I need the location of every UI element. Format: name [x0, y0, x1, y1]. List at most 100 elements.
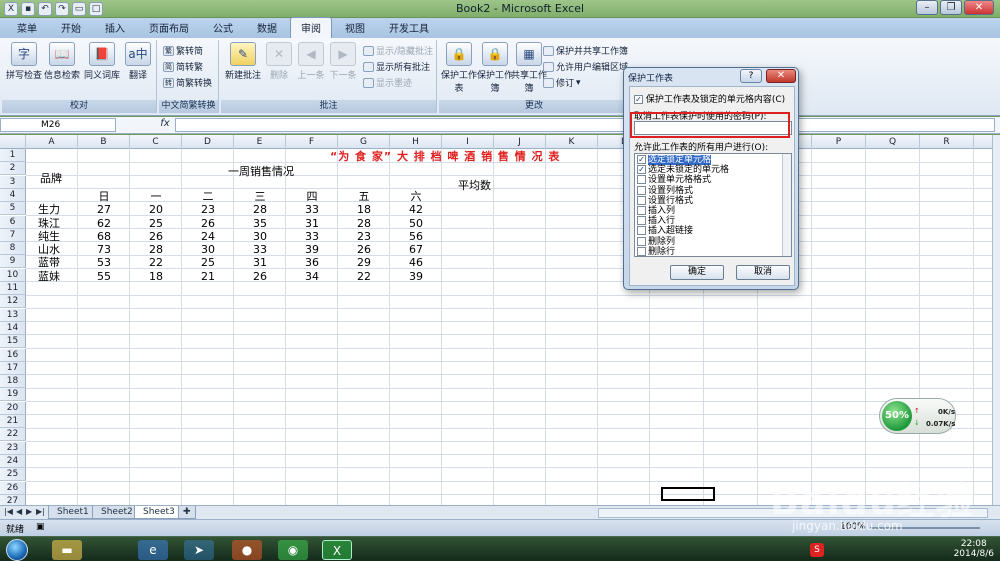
permissions-scrollbar[interactable] — [782, 154, 791, 256]
row-header-4[interactable]: 4 — [0, 188, 26, 202]
formula-input[interactable] — [175, 118, 995, 132]
ribbon-tab-1[interactable]: 开始 — [50, 17, 92, 38]
row-header-15[interactable]: 15 — [0, 335, 26, 349]
permission-item[interactable]: 插入列 — [637, 206, 675, 216]
simp-to-trad-button[interactable]: 简简转繁 — [163, 60, 203, 73]
close-button[interactable]: ✕ — [964, 0, 994, 15]
track-changes-button[interactable]: 修订 ▾ — [543, 76, 581, 89]
permission-item[interactable]: ✓ 选定锁定单元格 — [637, 155, 712, 165]
ribbon-tab-3[interactable]: 页面布局 — [138, 17, 200, 38]
brand-header[interactable]: 品牌 — [40, 172, 62, 185]
day-header[interactable]: 一 — [130, 190, 182, 203]
checkbox-unchecked-icon[interactable] — [637, 236, 646, 246]
spell-check-button[interactable]: 字拼写检查 — [4, 42, 44, 81]
redo-icon[interactable]: ↷ — [55, 2, 69, 16]
row-header-10[interactable]: 10 — [0, 268, 26, 282]
row-header-26[interactable]: 26 — [0, 481, 26, 495]
value-cell[interactable]: 27 — [78, 203, 130, 216]
row-header-1[interactable]: 1 — [0, 149, 26, 162]
ribbon-tab-7[interactable]: 视图 — [334, 17, 376, 38]
brand-cell[interactable]: 纯生 — [38, 230, 60, 243]
ie-icon[interactable]: e — [138, 540, 168, 560]
ribbon-tab-4[interactable]: 公式 — [202, 17, 244, 38]
value-cell[interactable]: 25 — [130, 217, 182, 230]
ribbon-tab-6[interactable]: 审阅 — [290, 17, 332, 38]
first-sheet-arrow-icon[interactable]: |◀ — [4, 507, 13, 516]
minimize-button[interactable]: – — [916, 0, 938, 15]
next-sheet-arrow-icon[interactable]: ▶ — [26, 507, 32, 516]
value-cell[interactable]: 42 — [390, 203, 442, 216]
brand-cell[interactable]: 蓝妹 — [38, 270, 60, 283]
permission-item[interactable]: 设置行格式 — [637, 195, 693, 206]
research-button[interactable]: 📖 信息检索 — [42, 42, 82, 81]
column-header-q[interactable]: Q — [866, 135, 920, 149]
value-cell[interactable]: 46 — [390, 256, 442, 269]
protect-share-button[interactable]: 保护并共享工作簿 — [543, 44, 628, 57]
undo-icon[interactable]: ↶ — [38, 2, 52, 16]
row-header-3[interactable]: 3 — [0, 175, 26, 189]
row-header-16[interactable]: 16 — [0, 348, 26, 362]
ribbon-tab-5[interactable]: 数据 — [246, 17, 288, 38]
column-header-i[interactable]: I — [442, 135, 494, 149]
value-cell[interactable]: 34 — [286, 270, 338, 283]
row-header-20[interactable]: 20 — [0, 401, 26, 415]
row-header-19[interactable]: 19 — [0, 388, 26, 402]
brand-cell[interactable]: 蓝带 — [38, 256, 60, 269]
clock[interactable]: 22:08 2014/8/6 — [954, 539, 994, 559]
sogou-icon[interactable]: S — [810, 543, 824, 557]
value-cell[interactable]: 22 — [338, 270, 390, 283]
row-header-2[interactable]: 2 — [0, 162, 26, 176]
network-speed-widget[interactable]: 50% ↑ 0K/s ↓ 0.07K/s — [879, 398, 956, 434]
new-icon[interactable]: □ — [89, 2, 103, 16]
ribbon-tab-0[interactable]: 菜单 — [6, 17, 48, 38]
folder-icon[interactable]: ▬ — [52, 540, 82, 560]
translate-button[interactable]: a中 翻译 — [118, 42, 158, 81]
checkbox-checked-icon[interactable]: ✓ — [637, 155, 646, 164]
save-icon[interactable]: ▪ — [21, 2, 35, 16]
macro-record-icon[interactable]: ▣ — [36, 522, 45, 532]
row-header-6[interactable]: 6 — [0, 215, 26, 229]
permission-item[interactable]: 设置单元格格式 — [637, 175, 711, 185]
row-header-7[interactable]: 7 — [0, 228, 26, 242]
column-header-f[interactable]: F — [286, 135, 338, 149]
show-all-comments-button[interactable]: 显示所有批注 — [363, 60, 430, 73]
day-header[interactable]: 日 — [78, 190, 130, 203]
checkbox-unchecked-icon[interactable] — [637, 175, 646, 185]
value-cell[interactable]: 68 — [78, 230, 130, 243]
row-header-17[interactable]: 17 — [0, 361, 26, 375]
average-header[interactable]: 平均数 — [458, 179, 491, 192]
week-header[interactable]: 一周销售情况 — [228, 165, 294, 178]
value-cell[interactable]: 35 — [234, 217, 286, 230]
permission-item[interactable]: 插入行 — [637, 216, 675, 226]
checkbox-checked-icon[interactable]: ✓ — [637, 165, 646, 175]
permission-item[interactable]: ✓ 选定未锁定的单元格 — [637, 165, 729, 175]
column-header-d[interactable]: D — [182, 135, 234, 149]
value-cell[interactable]: 26 — [338, 243, 390, 256]
checkbox-unchecked-icon[interactable] — [637, 185, 646, 195]
ribbon-tab-8[interactable]: 开发工具 — [378, 17, 440, 38]
value-cell[interactable]: 55 — [78, 270, 130, 283]
next-comment-button[interactable]: ▶ 下一条 — [323, 42, 363, 81]
convert-chinese-button[interactable]: 转简繁转换 — [163, 76, 212, 89]
value-cell[interactable]: 18 — [130, 270, 182, 283]
allow-edit-ranges-button[interactable]: 允许用户编辑区域 — [543, 60, 628, 73]
row-header-21[interactable]: 21 — [0, 415, 26, 428]
value-cell[interactable]: 26 — [234, 270, 286, 283]
thesaurus-button[interactable]: 📕 同义词库 — [82, 42, 122, 81]
row-header-8[interactable]: 8 — [0, 242, 26, 256]
day-header[interactable]: 五 — [338, 190, 390, 203]
value-cell[interactable]: 39 — [286, 243, 338, 256]
row-header-5[interactable]: 5 — [0, 202, 26, 216]
value-cell[interactable]: 21 — [182, 270, 234, 283]
value-cell[interactable]: 28 — [338, 217, 390, 230]
protect-sheet-checkbox[interactable]: ✓ 保护工作表及锁定的单元格内容(C) — [634, 92, 785, 105]
value-cell[interactable]: 33 — [286, 203, 338, 216]
worksheet-grid[interactable]: ABCDEFGHIJKLMNOPQR 123456789101112131415… — [0, 135, 992, 505]
column-header-c[interactable]: C — [130, 135, 182, 149]
select-all-corner[interactable] — [0, 135, 26, 149]
permission-item[interactable]: 插入超链接 — [637, 226, 693, 236]
column-header-p[interactable]: P — [812, 135, 866, 149]
value-cell[interactable]: 31 — [234, 256, 286, 269]
column-header-g[interactable]: G — [338, 135, 390, 149]
ok-button[interactable]: 确定 — [670, 265, 724, 280]
